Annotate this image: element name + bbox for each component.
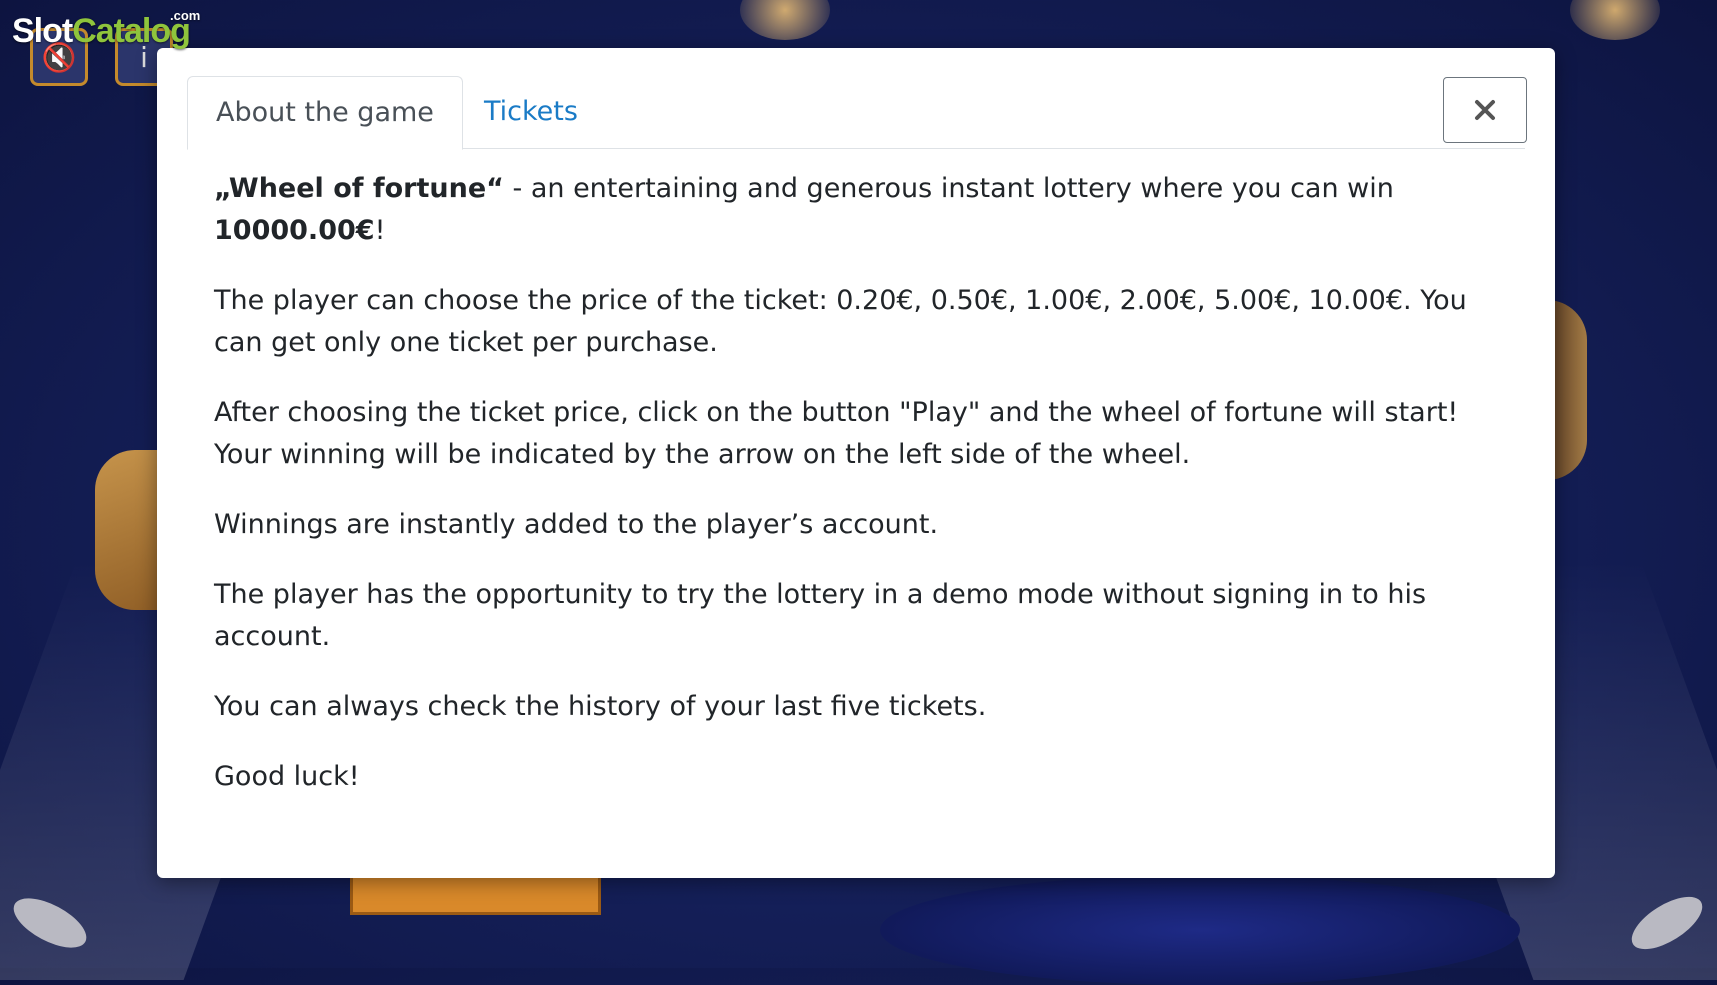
good-luck-paragraph: Good luck! — [214, 761, 360, 792]
spotlight-right — [1623, 886, 1711, 960]
ticket-price-paragraph: The player can choose the price of the t… — [214, 285, 1467, 358]
intro-text: - an entertaining and generous instant l… — [503, 173, 1394, 204]
wheel-decoration — [95, 450, 165, 610]
close-button[interactable] — [1443, 77, 1527, 143]
play-button-background — [350, 878, 601, 915]
intro-end: ! — [374, 215, 386, 246]
max-win-amount: 10000.00€ — [214, 215, 375, 246]
modal-tabs: About the game Tickets — [187, 76, 1525, 150]
slotcatalog-logo: SlotCatalog .com — [12, 8, 200, 51]
tab-about-the-game[interactable]: About the game — [187, 76, 463, 150]
how-to-play-paragraph: After choosing the ticket price, click o… — [214, 397, 1459, 470]
about-content: „Wheel of fortune“ - an entertaining and… — [214, 168, 1514, 826]
logo-slot-text: Slot — [12, 12, 73, 50]
intro-paragraph: „Wheel of fortune“ - an entertaining and… — [214, 168, 1514, 252]
close-icon — [1475, 100, 1495, 120]
ceiling-light — [1570, 0, 1660, 40]
stage-platform — [880, 875, 1520, 985]
logo-com-text: .com — [170, 8, 201, 23]
winnings-paragraph: Winnings are instantly added to the play… — [214, 509, 939, 540]
tab-tickets[interactable]: Tickets — [456, 76, 606, 147]
ceiling-light — [740, 0, 830, 40]
spotlight-left — [6, 888, 94, 958]
history-paragraph: You can always check the history of your… — [214, 691, 987, 722]
demo-mode-paragraph: The player has the opportunity to try th… — [214, 579, 1427, 652]
game-title: „Wheel of fortune“ — [214, 173, 504, 204]
game-info-modal: About the game Tickets „Wheel of fortune… — [157, 48, 1555, 878]
